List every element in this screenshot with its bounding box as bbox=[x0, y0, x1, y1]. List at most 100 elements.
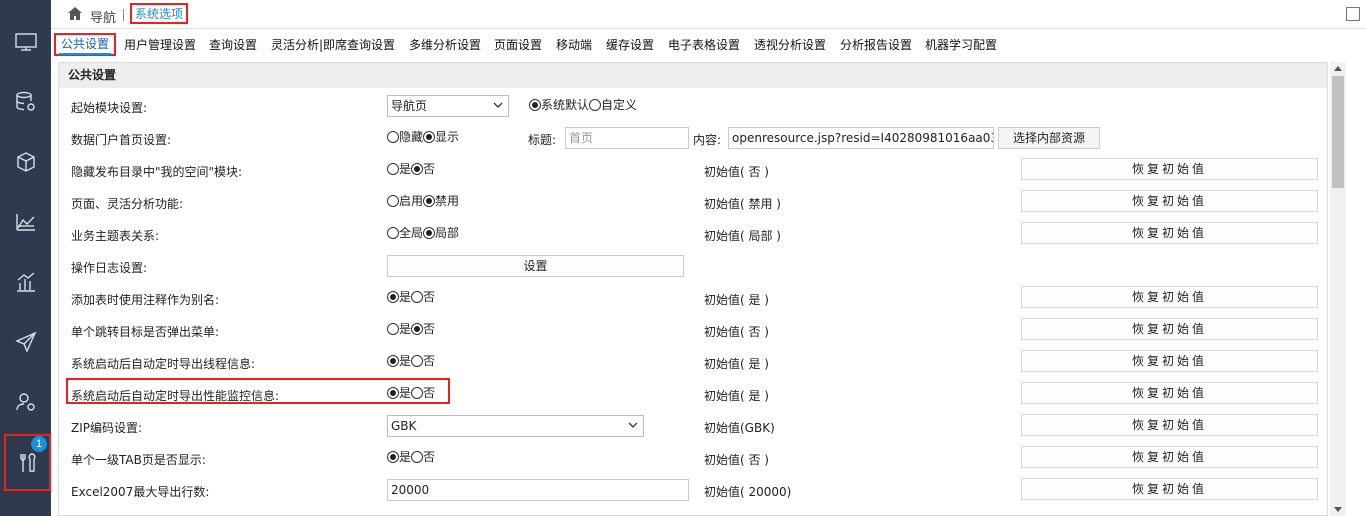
tab-pivot[interactable]: 透视分析设置 bbox=[754, 36, 826, 53]
restore-default-button[interactable]: 恢复初始值 bbox=[1021, 286, 1318, 308]
radio-hide[interactable] bbox=[387, 130, 399, 143]
tab-query[interactable]: 查询设置 bbox=[209, 36, 257, 53]
initial-value: 初始值( 是 ) bbox=[704, 293, 769, 307]
initial-value: 初始值(GBK) bbox=[704, 421, 775, 435]
radio-yes[interactable] bbox=[387, 162, 399, 175]
paper-plane-icon[interactable] bbox=[0, 317, 51, 367]
row-label: 添加表时使用注释作为别名: bbox=[71, 293, 220, 307]
select-resource-button[interactable]: 选择内部资源 bbox=[998, 127, 1100, 149]
tab-page[interactable]: 页面设置 bbox=[494, 36, 542, 53]
bar-chart-icon[interactable] bbox=[0, 257, 51, 307]
left-sidebar: 1 bbox=[0, 0, 51, 516]
tab-flex-analysis[interactable]: 灵活分析|即席查询设置 bbox=[271, 36, 395, 53]
restore-default-button[interactable]: 恢复初始值 bbox=[1021, 318, 1318, 340]
initial-value: 初始值( 禁用 ) bbox=[704, 197, 781, 211]
zip-encoding-select[interactable]: GBK bbox=[387, 415, 644, 437]
radio-custom[interactable] bbox=[589, 98, 602, 111]
row-portal: 数据门户首页设置: 隐藏 显示 标题: 首页 内容: openresource.… bbox=[59, 122, 1327, 154]
vertical-scrollbar[interactable] bbox=[1330, 62, 1346, 516]
initial-value: 初始值( 20000) bbox=[704, 485, 792, 499]
radio-disable[interactable] bbox=[423, 194, 436, 207]
cube-icon[interactable] bbox=[0, 137, 51, 187]
breadcrumb-bar: 导航 系统选项 bbox=[51, 0, 1365, 29]
row-start-module: 起始模块设置: 导航页 系统默认 自定义 bbox=[59, 90, 1327, 122]
radio-local[interactable] bbox=[423, 226, 436, 239]
portal-radios: 隐藏 显示 bbox=[387, 128, 459, 145]
area-chart-icon[interactable] bbox=[0, 197, 51, 247]
tab-user-mgmt[interactable]: 用户管理设置 bbox=[124, 36, 196, 53]
radio-no[interactable] bbox=[411, 354, 424, 367]
restore-default-button[interactable]: 恢复初始值 bbox=[1021, 350, 1318, 372]
tab-spreadsheet[interactable]: 电子表格设置 bbox=[668, 36, 740, 53]
restore-default-button[interactable]: 恢复初始值 bbox=[1021, 190, 1318, 212]
row-label: 页面、灵活分析功能: bbox=[71, 197, 184, 211]
radio-yes[interactable] bbox=[387, 450, 399, 463]
tab-public[interactable]: 公共设置 bbox=[54, 33, 117, 56]
radio-global[interactable] bbox=[387, 226, 399, 239]
radio-yes[interactable] bbox=[387, 322, 399, 335]
start-module-radios: 系统默认 自定义 bbox=[529, 96, 637, 113]
user-settings-icon[interactable] bbox=[0, 377, 51, 427]
chevron-down-icon bbox=[628, 422, 638, 428]
radio-show[interactable] bbox=[423, 130, 436, 143]
radio-no[interactable] bbox=[411, 386, 424, 399]
op-log-settings-button[interactable]: 设置 bbox=[387, 255, 684, 277]
radio-no[interactable] bbox=[411, 290, 424, 303]
tab-olap[interactable]: 多维分析设置 bbox=[409, 36, 481, 53]
initial-value: 初始值( 局部 ) bbox=[704, 229, 781, 243]
restore-default-button[interactable]: 恢复初始值 bbox=[1021, 158, 1318, 180]
tab-mobile[interactable]: 移动端 bbox=[556, 36, 592, 53]
initial-value: 初始值( 是 ) bbox=[704, 357, 769, 371]
home-icon[interactable] bbox=[67, 6, 83, 21]
radio-yes[interactable] bbox=[387, 354, 399, 367]
restore-default-button[interactable]: 恢复初始值 bbox=[1021, 478, 1318, 500]
maximize-icon[interactable] bbox=[1346, 7, 1360, 21]
radio-no[interactable] bbox=[411, 322, 424, 335]
title-input[interactable]: 首页 bbox=[565, 127, 689, 149]
scroll-down-icon[interactable] bbox=[1334, 507, 1342, 512]
database-settings-icon[interactable] bbox=[0, 77, 51, 127]
row-perf-export: 系统启动后自动定时导出性能监控信息: 是 否 初始值( 是 ) 恢复初始值 bbox=[59, 378, 1327, 410]
row-page-flex: 页面、灵活分析功能: 启用 禁用 初始值( 禁用 ) 恢复初始值 bbox=[59, 186, 1327, 218]
row-excel-rows: Excel2007最大导出行数: 20000 初始值( 20000) 恢复初始值 bbox=[59, 474, 1327, 506]
excel-max-rows-input[interactable]: 20000 bbox=[387, 479, 689, 501]
radio-no[interactable] bbox=[411, 162, 424, 175]
content-label: 内容: bbox=[693, 133, 722, 147]
tab-report[interactable]: 分析报告设置 bbox=[840, 36, 912, 53]
restore-default-button[interactable]: 恢复初始值 bbox=[1021, 382, 1318, 404]
system-tools-icon[interactable]: 1 bbox=[4, 434, 51, 491]
row-label: 操作日志设置: bbox=[71, 261, 148, 275]
radio-no[interactable] bbox=[411, 450, 424, 463]
radio-enable[interactable] bbox=[387, 194, 399, 207]
row-label: 系统启动后自动定时导出线程信息: bbox=[71, 357, 256, 371]
tab-ml[interactable]: 机器学习配置 bbox=[925, 36, 997, 53]
radio-system-default[interactable] bbox=[529, 98, 541, 111]
panel-title: 公共设置 bbox=[59, 63, 1327, 88]
row-label: 起始模块设置: bbox=[71, 101, 148, 115]
row-label: 隐藏发布目录中"我的空间"模块: bbox=[71, 165, 243, 179]
row-label: Excel2007最大导出行数: bbox=[71, 485, 210, 499]
monitor-icon[interactable] bbox=[0, 17, 51, 67]
scroll-thumb[interactable] bbox=[1332, 76, 1344, 188]
row-label: 系统启动后自动定时导出性能监控信息: bbox=[71, 389, 280, 403]
row-jump-menu: 单个跳转目标是否弹出菜单: 是 否 初始值( 否 ) 恢复初始值 bbox=[59, 314, 1327, 346]
breadcrumb-separator bbox=[123, 9, 124, 21]
start-module-select[interactable]: 导航页 bbox=[387, 95, 509, 117]
row-label: 单个一级TAB页是否显示: bbox=[71, 453, 206, 467]
scroll-up-icon[interactable] bbox=[1334, 66, 1342, 71]
notification-badge: 1 bbox=[31, 436, 47, 452]
breadcrumb-current[interactable]: 系统选项 bbox=[130, 3, 189, 24]
breadcrumb-nav[interactable]: 导航 bbox=[90, 7, 116, 26]
row-biz-table: 业务主题表关系: 全局 局部 初始值( 局部 ) 恢复初始值 bbox=[59, 218, 1327, 250]
restore-default-button[interactable]: 恢复初始值 bbox=[1021, 222, 1318, 244]
tab-cache[interactable]: 缓存设置 bbox=[606, 36, 654, 53]
radio-yes[interactable] bbox=[387, 290, 399, 303]
initial-value: 初始值( 是 ) bbox=[704, 389, 769, 403]
radio-yes[interactable] bbox=[387, 386, 399, 399]
restore-default-button[interactable]: 恢复初始值 bbox=[1021, 446, 1318, 468]
row-label: 业务主题表关系: bbox=[71, 229, 160, 243]
chevron-down-icon bbox=[493, 102, 503, 108]
content-input[interactable]: openresource.jsp?resid=I40280981016aa032… bbox=[728, 127, 994, 149]
restore-default-button[interactable]: 恢复初始值 bbox=[1021, 414, 1318, 436]
row-label: 数据门户首页设置: bbox=[71, 133, 172, 147]
